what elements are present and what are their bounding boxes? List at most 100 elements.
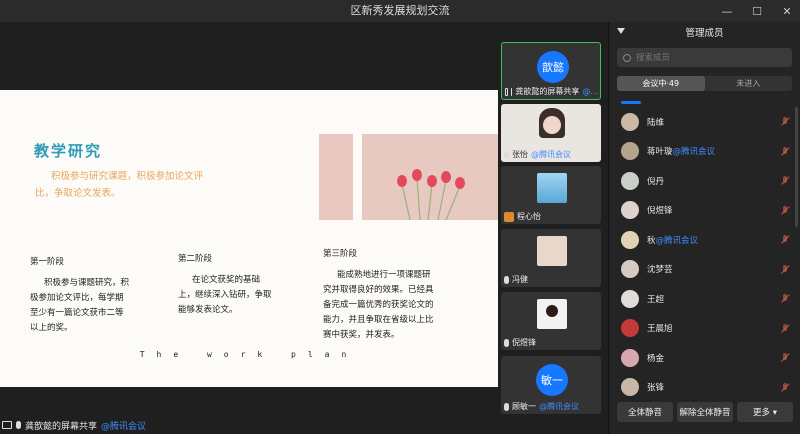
video-tile[interactable]: 敏一 顾敏一 @腾讯会议 <box>501 356 601 414</box>
member-list: 陆维 蒋叶璇 @腾讯会议 倪丹 倪煜锋 秋 @腾讯会议 沈梦芸 王超 王晨旭 杨金 … <box>609 107 800 402</box>
more-button[interactable]: 更多 ▾ <box>737 402 793 422</box>
decorative-block <box>319 134 353 220</box>
avatar <box>621 201 639 220</box>
tab-not-joined[interactable]: 未进入 <box>705 76 793 91</box>
avatar <box>537 173 567 203</box>
stage-heading: 第一阶段 <box>30 257 65 267</box>
stage-body: 在论文获奖的基础上，继续深入钻研，争取能够发表论文。 <box>178 275 272 315</box>
avatar: 敏一 <box>536 364 568 396</box>
mic-muted-icon[interactable] <box>781 382 789 393</box>
slide-title: 教学研究 <box>34 142 103 160</box>
tulip-photo <box>362 134 498 220</box>
avatar <box>621 142 639 161</box>
stage-one: 第一阶段 积极参与课题研究，积极参加论文评比，每学期至少有一篇论文获市二等以上的… <box>30 255 130 336</box>
title-bar: 区新秀发展规划交流 — ☐ ✕ <box>0 0 800 22</box>
minimize-icon[interactable]: — <box>720 5 734 18</box>
avatar <box>621 289 639 308</box>
mic-muted-icon[interactable] <box>781 235 789 245</box>
presenter-org: @腾讯会议 <box>101 421 147 432</box>
video-tile-column: 歆懿 龚歆懿的屏幕共享 @... 张怡 @腾讯会议 程心怡 冯健 倪煜锋 敏一 … <box>498 22 608 434</box>
avatar <box>621 319 639 338</box>
panel-title: 管理成员 <box>685 28 724 39</box>
maximize-icon[interactable]: ☐ <box>750 5 764 18</box>
video-tile[interactable]: 歆懿 龚歆懿的屏幕共享 @... <box>501 42 601 100</box>
tile-name: 程心怡 <box>504 211 599 222</box>
stage-two: 第二阶段 在论文获奖的基础上，继续深入钻研，争取能够发表论文。 <box>178 252 276 318</box>
avatar <box>537 236 567 266</box>
list-item[interactable]: 陆维 <box>609 107 800 137</box>
avatar <box>621 260 639 279</box>
microphone-icon <box>504 275 509 284</box>
slide-footer: The work plan <box>139 350 359 359</box>
screen-share-icon <box>2 421 12 429</box>
members-panel: 管理成员 会议中·49 未进入 陆维 蒋叶璇@腾讯会议 倪丹 倪煜锋 秋@腾讯会… <box>608 22 800 434</box>
participant-face <box>543 116 561 134</box>
video-tile[interactable]: 倪煜锋 <box>501 292 601 350</box>
presenter-label: 龚歆懿的屏幕共享 @腾讯会议 <box>0 416 300 434</box>
avatar <box>621 171 639 190</box>
mic-muted-icon[interactable] <box>781 205 789 216</box>
screen-share-icon <box>505 87 509 96</box>
avatar <box>621 112 639 131</box>
list-item[interactable]: 秋 @腾讯会议 <box>609 225 800 255</box>
tab-in-meeting[interactable]: 会议中·49 <box>617 76 705 91</box>
search-input[interactable] <box>636 52 776 63</box>
mic-muted-icon[interactable] <box>781 353 789 363</box>
panel-actions: 全体静音 解除全体静音 更多 ▾ <box>617 402 793 422</box>
avatar <box>621 230 639 249</box>
tile-name: 顾敏一 @腾讯会议 <box>504 401 599 412</box>
avatar: 歆懿 <box>537 51 569 83</box>
mic-muted-icon[interactable] <box>781 294 789 304</box>
avatar <box>621 378 639 397</box>
member-tabs: 会议中·49 未进入 <box>617 76 792 91</box>
list-item[interactable]: 王晨旭 <box>609 314 800 344</box>
list-item[interactable]: 张锋 <box>609 373 800 403</box>
member-list-scrollbar[interactable] <box>795 107 798 227</box>
list-scroll-indicator <box>621 101 641 104</box>
mic-muted-icon[interactable] <box>781 323 789 334</box>
microphone-icon <box>16 421 21 429</box>
video-tile[interactable]: 冯健 <box>501 229 601 287</box>
tile-name: 倪煜锋 <box>504 337 599 348</box>
stage-three: 第三阶段 能成熟地进行一项课题研究并取得良好的效果。已经具备完成一篇优秀的获奖论… <box>323 247 435 343</box>
stage-body: 积极参与课题研究，积极参加论文评比，每学期至少有一篇论文获市二等以上的奖。 <box>30 278 130 333</box>
microphone-icon <box>504 338 509 347</box>
microphone-icon <box>511 87 513 96</box>
tile-name: 龚歆懿的屏幕共享 @... <box>505 86 598 97</box>
microphone-icon <box>504 402 509 411</box>
window-controls: — ☐ ✕ <box>720 0 794 22</box>
mic-muted-icon[interactable] <box>781 264 789 275</box>
mic-muted-icon[interactable] <box>781 146 789 157</box>
unmute-all-button[interactable]: 解除全体静音 <box>677 402 733 422</box>
list-item[interactable]: 沈梦芸 <box>609 255 800 285</box>
microphone-icon <box>504 150 509 159</box>
avatar <box>537 299 567 329</box>
video-tile[interactable]: 程心怡 <box>501 166 601 224</box>
slide-intro: 积极参与研究课题，积极参加论文评比，争取论文发表。 <box>35 171 204 199</box>
presentation-slide: 教学研究 积极参与研究课题，积极参加论文评比，争取论文发表。 第一阶段 积极参与… <box>0 90 498 387</box>
video-tile[interactable]: 张怡 @腾讯会议 <box>501 104 601 162</box>
mute-all-button[interactable]: 全体静音 <box>617 402 673 422</box>
avatar <box>621 348 639 367</box>
stage-heading: 第三阶段 <box>323 249 358 259</box>
stage-heading: 第二阶段 <box>178 254 213 264</box>
list-item[interactable]: 倪煜锋 <box>609 196 800 226</box>
list-item[interactable]: 倪丹 <box>609 166 800 196</box>
member-search[interactable] <box>617 48 792 67</box>
search-icon <box>623 53 631 62</box>
list-item[interactable]: 蒋叶璇 @腾讯会议 <box>609 137 800 167</box>
close-icon[interactable]: ✕ <box>780 5 794 18</box>
tulip-illustration <box>397 169 465 220</box>
tile-name: 冯健 <box>504 274 599 285</box>
host-badge-icon <box>504 211 514 222</box>
shared-screen-area[interactable]: 教学研究 积极参与研究课题，积极参加论文评比，争取论文发表。 第一阶段 积极参与… <box>0 22 498 434</box>
collapse-icon[interactable] <box>617 28 625 34</box>
stage-body: 能成熟地进行一项课题研究并取得良好的效果。已经具备完成一篇优秀的获奖论文的能力，… <box>323 270 434 340</box>
panel-header: 管理成员 <box>609 22 800 42</box>
window-title: 区新秀发展规划交流 <box>350 4 450 17</box>
mic-muted-icon[interactable] <box>781 117 789 127</box>
tile-name: 张怡 @腾讯会议 <box>504 149 599 160</box>
mic-muted-icon[interactable] <box>781 176 789 186</box>
list-item[interactable]: 王超 <box>609 284 800 314</box>
list-item[interactable]: 杨金 <box>609 343 800 373</box>
